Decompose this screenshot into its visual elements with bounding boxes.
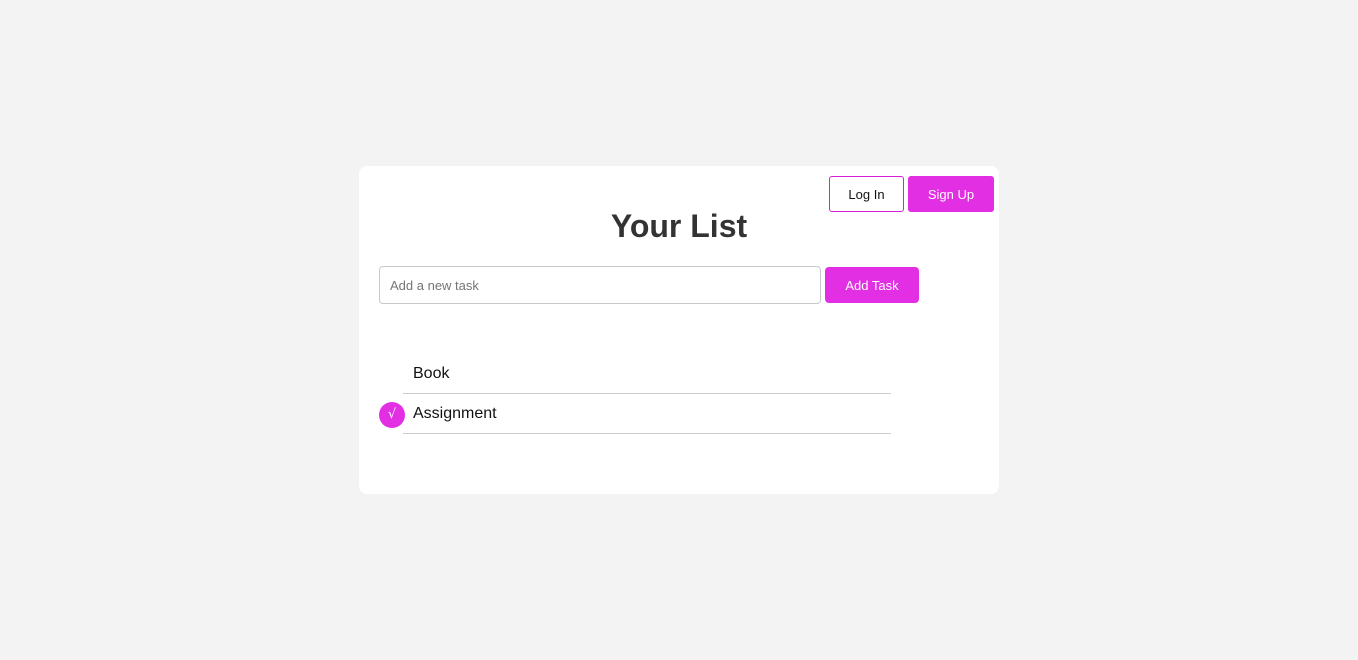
task-list: Book √ Assignment xyxy=(379,354,891,434)
todo-card: Log In Sign Up Your List Add Task Book √… xyxy=(359,166,999,494)
task-label: Book xyxy=(413,364,450,382)
task-label: Assignment xyxy=(413,404,497,422)
add-task-button[interactable]: Add Task xyxy=(825,267,919,303)
checkmark-icon[interactable]: √ xyxy=(379,401,405,428)
task-item[interactable]: Book xyxy=(403,354,891,394)
new-task-input[interactable] xyxy=(379,266,821,304)
task-item[interactable]: √ Assignment xyxy=(379,394,891,434)
page-title: Your List xyxy=(610,208,748,244)
